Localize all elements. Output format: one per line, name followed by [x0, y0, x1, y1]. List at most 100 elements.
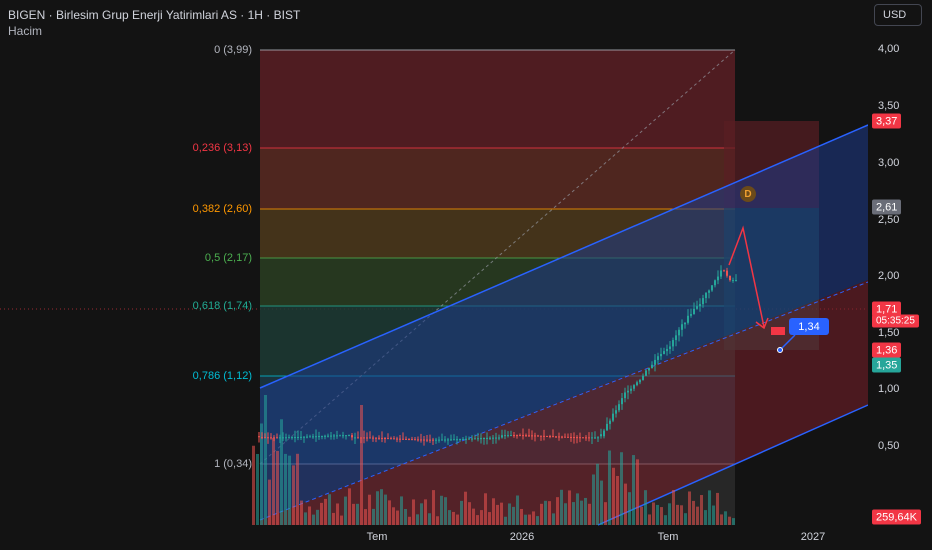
- candle-body: [327, 435, 329, 437]
- candle-body: [459, 439, 461, 441]
- candle-body: [510, 435, 512, 437]
- candle-body: [477, 438, 479, 440]
- candle-body: [657, 356, 659, 360]
- fib-level-label: 0,236 (3,13): [192, 142, 252, 154]
- candle-body: [360, 437, 362, 439]
- candle-body: [285, 437, 287, 439]
- candle-body: [408, 439, 410, 441]
- volume-bar: [428, 513, 431, 525]
- candle-body: [417, 439, 419, 441]
- volume-bar: [396, 510, 399, 525]
- volume-bar: [300, 500, 303, 525]
- volume-bar: [284, 453, 287, 525]
- candle-body: [594, 437, 596, 439]
- volume-bar: [624, 483, 627, 525]
- volume-bar: [616, 475, 619, 525]
- candle-body: [279, 437, 281, 439]
- fib-zone: [260, 50, 735, 148]
- volume-bar: [644, 490, 647, 525]
- price-chart[interactable]: [0, 0, 932, 550]
- volume-bar: [452, 511, 455, 525]
- candle-body: [714, 280, 716, 286]
- volume-bar: [388, 500, 391, 525]
- volume-bar: [368, 494, 371, 525]
- price-tick: 2,00: [878, 270, 900, 282]
- candle-body: [501, 435, 503, 438]
- volume-bar: [464, 491, 467, 525]
- candle-body: [663, 351, 665, 354]
- candle-body: [381, 437, 383, 439]
- candle-body: [411, 439, 413, 441]
- currency-button[interactable]: USD: [874, 4, 922, 26]
- candle-body: [507, 435, 509, 437]
- volume-bar: [544, 500, 547, 525]
- volume-bar: [336, 503, 339, 525]
- candle-body: [291, 437, 293, 439]
- volume-bar: [360, 405, 363, 525]
- candle-body: [693, 308, 695, 315]
- high-price-label: 3,37: [872, 113, 902, 129]
- candle-body: [675, 335, 677, 341]
- price-axis[interactable]: 4,00 3,50 3,00 2,50 2,00 1,50 1,00 0,50: [868, 30, 932, 530]
- callout-anchor: [777, 347, 783, 353]
- candle-body: [273, 437, 275, 439]
- candle-body: [354, 437, 356, 439]
- volume-bar: [480, 510, 483, 525]
- volume-bar: [536, 516, 539, 525]
- volume-bar: [456, 514, 459, 525]
- candle-body: [600, 434, 602, 437]
- volume-bar: [504, 516, 507, 525]
- volume-bar: [732, 518, 735, 525]
- volume-bar: [476, 515, 479, 525]
- candle-body: [288, 437, 290, 439]
- volume-bar: [372, 508, 375, 525]
- candle-body: [591, 437, 593, 439]
- candle-body: [636, 382, 638, 386]
- volume-bar: [620, 452, 623, 525]
- volume-bar: [596, 463, 599, 525]
- fib-level-label: 1 (0,34): [214, 458, 252, 470]
- candle-body: [396, 438, 398, 440]
- candle-body: [708, 290, 710, 293]
- candle-body: [540, 435, 542, 437]
- candle-body: [648, 368, 650, 371]
- candle-body: [420, 439, 422, 441]
- candle-body: [384, 438, 386, 440]
- time-tick: Tem: [657, 531, 679, 543]
- fib-level-label: 0,382 (2,60): [192, 203, 252, 215]
- volume-bar: [688, 491, 691, 525]
- dividend-marker-icon[interactable]: D: [740, 186, 756, 202]
- volume-bar: [612, 467, 615, 525]
- candle-body: [474, 438, 476, 440]
- volume-bar: [424, 499, 427, 525]
- candle-body: [537, 435, 539, 437]
- volume-bar: [408, 516, 411, 525]
- volume-indicator-label[interactable]: Hacim: [8, 24, 42, 38]
- candle-body: [483, 438, 485, 440]
- candle-body: [405, 438, 407, 440]
- volume-bar: [552, 513, 555, 525]
- candle-body: [627, 390, 629, 393]
- candle-body: [615, 410, 617, 414]
- candle-body: [297, 436, 299, 438]
- candle-body: [267, 437, 269, 439]
- candle-body: [462, 438, 464, 440]
- candle-body: [468, 438, 470, 440]
- volume-bar: [656, 504, 659, 525]
- candle-body: [603, 430, 605, 437]
- volume-bar: [708, 490, 711, 525]
- candle-body: [435, 439, 437, 441]
- volume-bar: [308, 506, 311, 525]
- candle-body: [369, 437, 371, 439]
- candle-body: [690, 314, 692, 316]
- volume-bar: [460, 500, 463, 525]
- price-callout[interactable]: 1,34: [789, 318, 829, 335]
- volume-bar: [316, 509, 319, 525]
- volume-bar: [696, 506, 699, 525]
- candle-body: [432, 439, 434, 441]
- candle-body: [333, 435, 335, 437]
- candle-body: [489, 437, 491, 439]
- volume-bar: [484, 493, 487, 525]
- symbol-title[interactable]: BIGEN · Birlesim Grup Enerji Yatirimlari…: [8, 8, 300, 22]
- candle-body: [672, 340, 674, 347]
